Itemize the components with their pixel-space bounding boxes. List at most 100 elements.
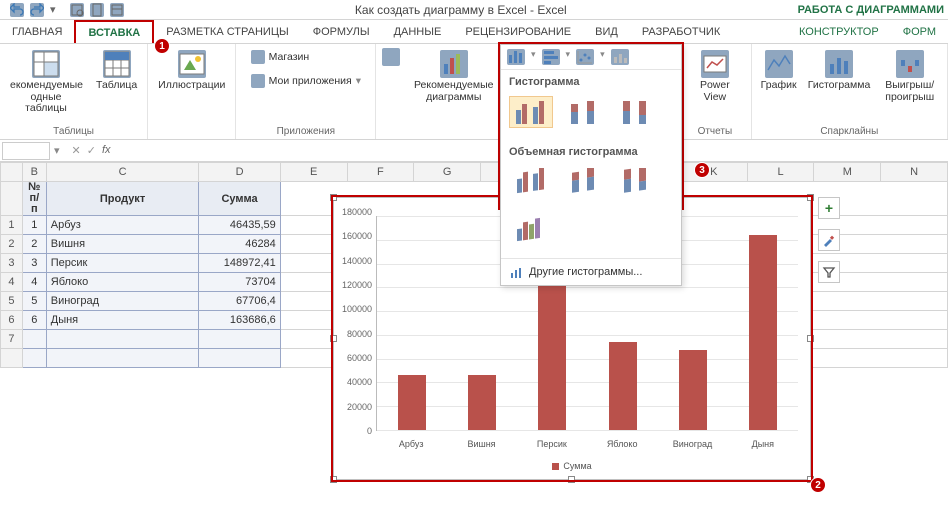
cell[interactable]: Вишня: [46, 235, 199, 254]
row-header[interactable]: 2: [1, 235, 23, 254]
cell[interactable]: [46, 330, 199, 349]
column-chart-icon[interactable]: [507, 49, 525, 65]
cell[interactable]: 148972,41: [199, 254, 280, 273]
stacked-100-column-option[interactable]: [613, 96, 657, 128]
print-preview-icon[interactable]: [70, 3, 84, 17]
cell[interactable]: Персик: [46, 254, 199, 273]
cell[interactable]: Арбуз: [46, 216, 199, 235]
cell[interactable]: 5: [22, 292, 46, 311]
redo-icon[interactable]: [30, 3, 44, 17]
cell[interactable]: Яблоко: [46, 273, 199, 292]
col-header[interactable]: G: [414, 163, 481, 182]
row-header[interactable]: [1, 349, 23, 368]
tab-insert[interactable]: ВСТАВКА: [74, 20, 154, 43]
chart-bar[interactable]: [609, 342, 637, 430]
touch-mode-icon[interactable]: ▾: [50, 3, 64, 17]
cell[interactable]: [199, 330, 280, 349]
cell[interactable]: Дыня: [46, 311, 199, 330]
recommended-charts-button[interactable]: Рекомендуемые диаграммы: [410, 48, 498, 105]
cell[interactable]: [22, 349, 46, 368]
store-button[interactable]: Магазин: [247, 48, 314, 66]
chart-filters-button[interactable]: [818, 261, 840, 283]
name-box[interactable]: [2, 142, 50, 160]
tab-home[interactable]: ГЛАВНАЯ: [0, 20, 74, 43]
cell[interactable]: Сумма: [199, 182, 280, 216]
cell[interactable]: Продукт: [46, 182, 199, 216]
row-header[interactable]: 1: [1, 216, 23, 235]
row-header[interactable]: 6: [1, 311, 23, 330]
dropdown-arrow-icon[interactable]: ▾: [566, 49, 571, 65]
select-all-corner[interactable]: [1, 163, 23, 182]
resize-handle[interactable]: [330, 476, 337, 483]
new-icon[interactable]: [90, 3, 104, 17]
sparkline-line-button[interactable]: График: [758, 48, 800, 94]
bing-maps-icon[interactable]: [382, 48, 400, 66]
sparkline-column-button[interactable]: Гистограмма: [806, 48, 873, 94]
tab-page-layout[interactable]: РАЗМЕТКА СТРАНИЦЫ: [154, 20, 300, 43]
tab-review[interactable]: РЕЦЕНЗИРОВАНИЕ: [453, 20, 583, 43]
3d-column-option[interactable]: [509, 214, 553, 246]
cell[interactable]: 73704: [199, 273, 280, 292]
dropdown-arrow-icon[interactable]: ▾: [600, 49, 605, 65]
col-header[interactable]: E: [280, 163, 347, 182]
chart-bar[interactable]: [468, 375, 496, 430]
sparkline-winloss-button[interactable]: Выигрыш/ проигрыш: [878, 48, 941, 105]
chart-bar[interactable]: [398, 375, 426, 430]
stacked-column-option[interactable]: [561, 96, 605, 128]
more-histograms-button[interactable]: Другие гистограммы...: [501, 258, 681, 285]
cell[interactable]: 2: [22, 235, 46, 254]
col-header[interactable]: M: [814, 163, 881, 182]
row-header[interactable]: [1, 182, 23, 216]
cell[interactable]: [46, 349, 199, 368]
col-header[interactable]: F: [347, 163, 414, 182]
col-header[interactable]: B: [22, 163, 46, 182]
clustered-3d-column-option[interactable]: [509, 166, 553, 198]
undo-icon[interactable]: [10, 3, 24, 17]
chart-legend[interactable]: Сумма: [334, 461, 810, 471]
tab-developer[interactable]: РАЗРАБОТЧИК: [630, 20, 732, 43]
resize-handle[interactable]: [330, 194, 337, 201]
col-header[interactable]: K: [680, 163, 747, 182]
recommended-pivot-button[interactable]: екомендуемые одные таблицы: [6, 48, 86, 117]
col-header[interactable]: N: [881, 163, 948, 182]
combo-chart-icon[interactable]: [611, 49, 629, 65]
my-apps-button[interactable]: Мои приложения▾: [247, 72, 365, 90]
cell[interactable]: 3: [22, 254, 46, 273]
tab-data[interactable]: ДАННЫЕ: [382, 20, 454, 43]
chart-bar[interactable]: [749, 235, 777, 430]
fx-icon[interactable]: fx: [102, 144, 111, 157]
tab-chart-design[interactable]: КОНСТРУКТОР: [787, 20, 891, 43]
cell[interactable]: [199, 349, 280, 368]
tab-formulas[interactable]: ФОРМУЛЫ: [301, 20, 382, 43]
row-header[interactable]: 7: [1, 330, 23, 349]
row-header[interactable]: 5: [1, 292, 23, 311]
clustered-column-option[interactable]: [509, 96, 553, 128]
resize-handle[interactable]: [807, 335, 814, 342]
chart-styles-button[interactable]: [818, 229, 840, 251]
cell[interactable]: 46435,59: [199, 216, 280, 235]
cell[interactable]: [22, 330, 46, 349]
bar-chart-icon[interactable]: [542, 49, 560, 65]
table-button[interactable]: Таблица: [92, 48, 141, 94]
col-header[interactable]: D: [199, 163, 280, 182]
name-box-dropdown-icon[interactable]: ▾: [50, 144, 64, 157]
enter-formula-icon[interactable]: ✓: [87, 144, 96, 157]
tab-chart-format[interactable]: ФОРМ: [891, 20, 948, 43]
chart-bar[interactable]: [679, 350, 707, 430]
cancel-formula-icon[interactable]: ✕: [72, 144, 81, 157]
cell[interactable]: 1: [22, 216, 46, 235]
stacked-100-3d-column-option[interactable]: [613, 166, 657, 198]
col-header[interactable]: L: [747, 163, 814, 182]
cell[interactable]: 67706,4: [199, 292, 280, 311]
dropdown-arrow-icon[interactable]: ▾: [531, 49, 536, 65]
open-icon[interactable]: [110, 3, 124, 17]
col-header[interactable]: C: [46, 163, 199, 182]
power-view-button[interactable]: Power View: [685, 48, 745, 105]
cell[interactable]: Виноград: [46, 292, 199, 311]
cell[interactable]: 163686,6: [199, 311, 280, 330]
illustrations-button[interactable]: Иллюстрации: [154, 48, 229, 94]
row-header[interactable]: 4: [1, 273, 23, 292]
stacked-3d-column-option[interactable]: [561, 166, 605, 198]
resize-handle[interactable]: [807, 194, 814, 201]
resize-handle[interactable]: [568, 476, 575, 483]
